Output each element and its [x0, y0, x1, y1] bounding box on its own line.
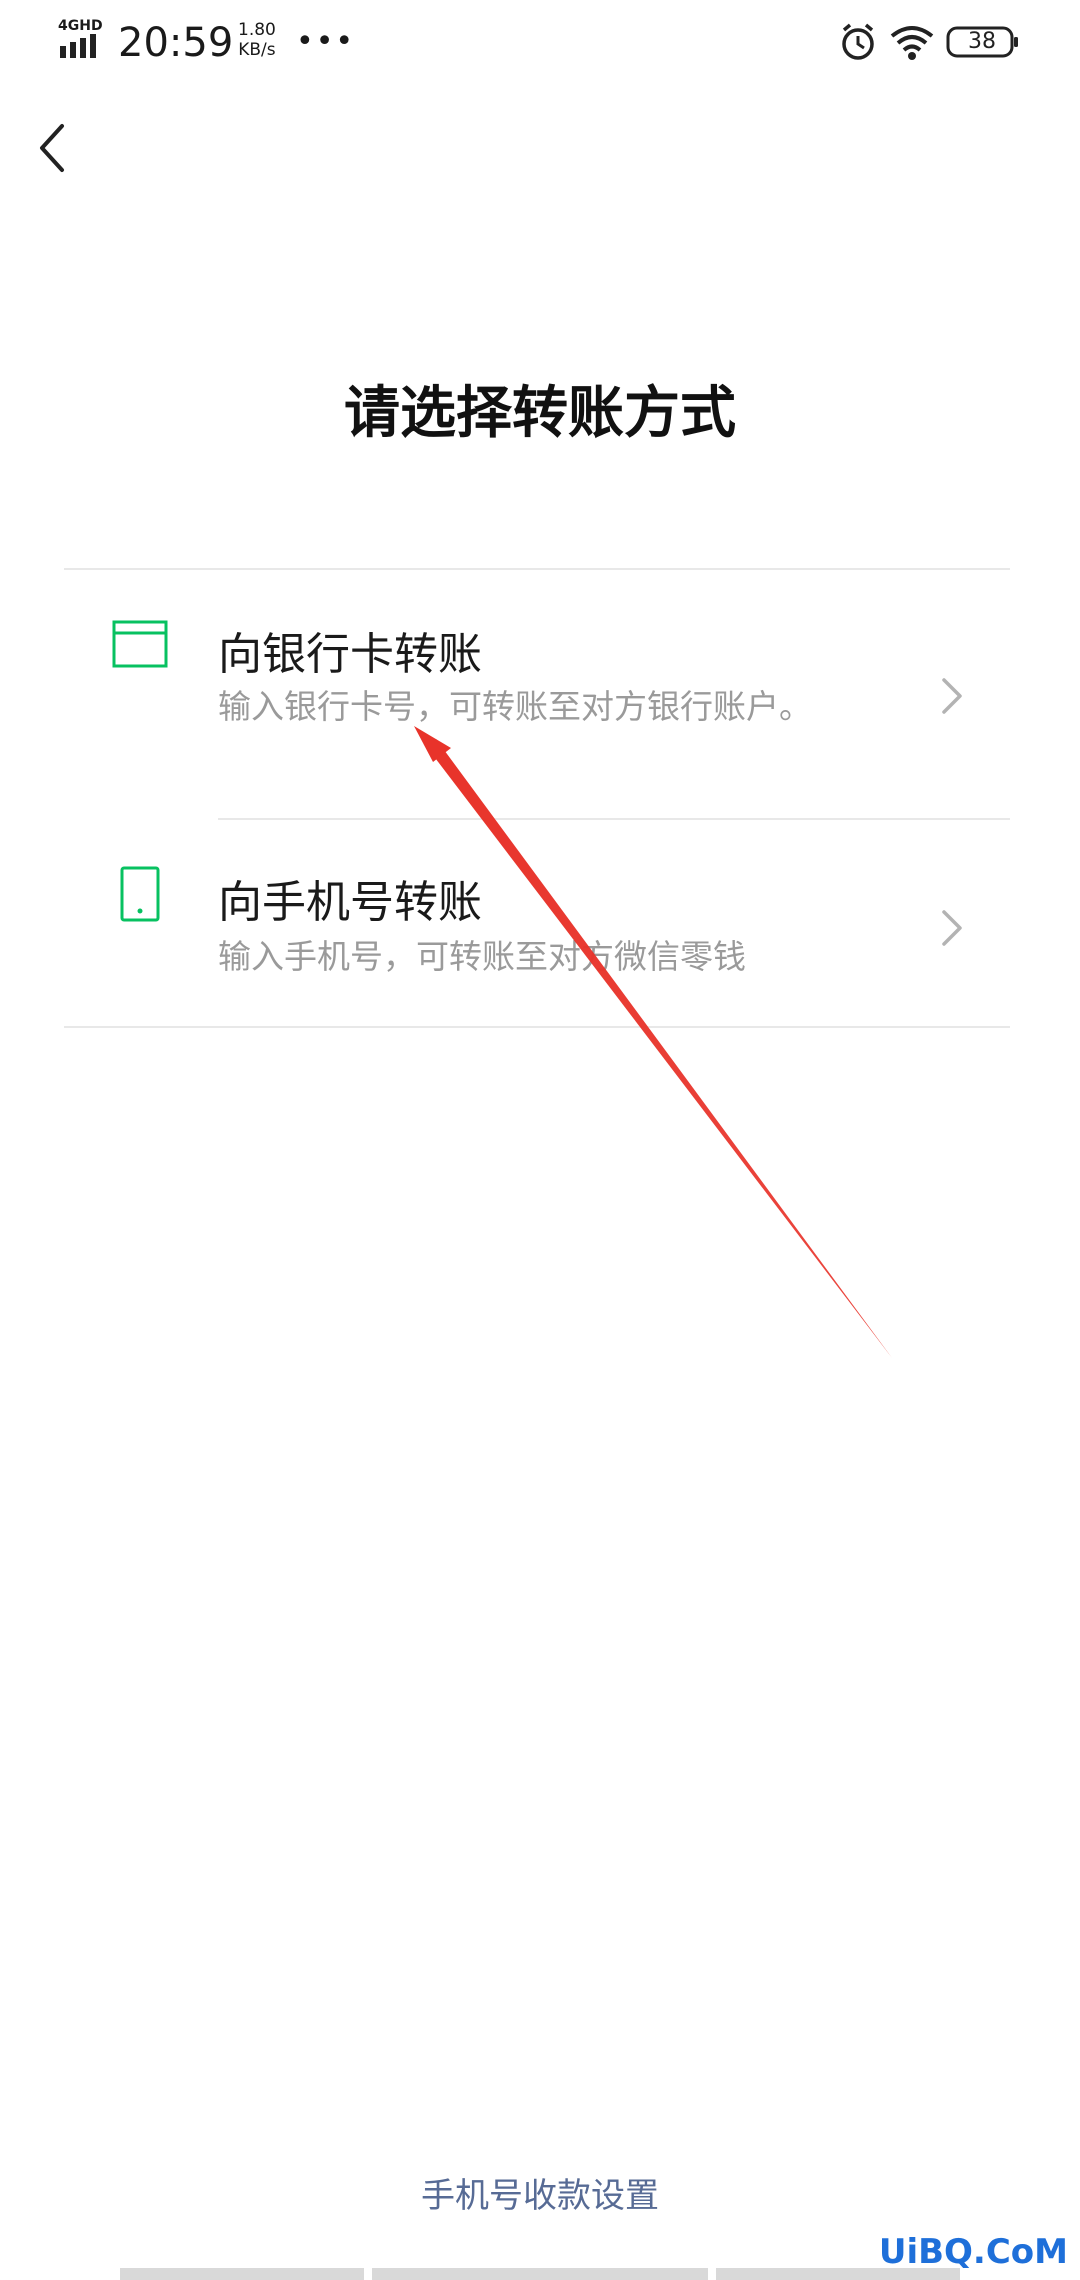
option-phone-transfer[interactable]: 向手机号转账 输入手机号，可转账至对方微信零钱 — [64, 820, 1010, 1026]
nav-bar-segment — [372, 2268, 708, 2280]
divider-bottom — [64, 1026, 1010, 1028]
speed-value: 1.80 — [238, 20, 276, 40]
page-title: 请选择转账方式 — [344, 381, 736, 446]
status-time: 20:59 — [118, 20, 234, 66]
option-bank-card-transfer[interactable]: 向银行卡转账 输入银行卡号，可转账至对方银行账户。 — [64, 570, 1010, 816]
network-speed: 1.80 KB/s — [238, 20, 276, 60]
bank-card-icon — [112, 620, 168, 668]
phone-receive-settings-link[interactable]: 手机号收款设置 — [0, 2168, 1080, 2217]
chevron-right-icon — [942, 910, 962, 946]
chevron-right-icon — [942, 678, 962, 714]
battery-level: 38 — [968, 29, 996, 54]
status-bar: 4GHD 20:59 1.80 KB/s ••• 38 — [0, 0, 1080, 86]
option-description: 输入银行卡号，可转账至对方银行账户。 — [218, 687, 812, 726]
option-title: 向手机号转账 — [218, 877, 482, 928]
option-title: 向银行卡转账 — [218, 629, 482, 680]
back-icon[interactable] — [30, 118, 78, 178]
watermark: UiBQ.CoM — [878, 2232, 1068, 2272]
annotation-arrow — [414, 726, 892, 1358]
phone-icon — [120, 866, 160, 922]
alarm-icon — [842, 23, 874, 60]
wifi-icon — [890, 26, 934, 60]
more-notifications-icon: ••• — [296, 24, 356, 59]
option-description: 输入手机号，可转账至对方微信零钱 — [218, 937, 746, 976]
signal-icon — [60, 34, 96, 58]
nav-bar-segment — [120, 2268, 364, 2280]
speed-unit: KB/s — [238, 40, 276, 60]
